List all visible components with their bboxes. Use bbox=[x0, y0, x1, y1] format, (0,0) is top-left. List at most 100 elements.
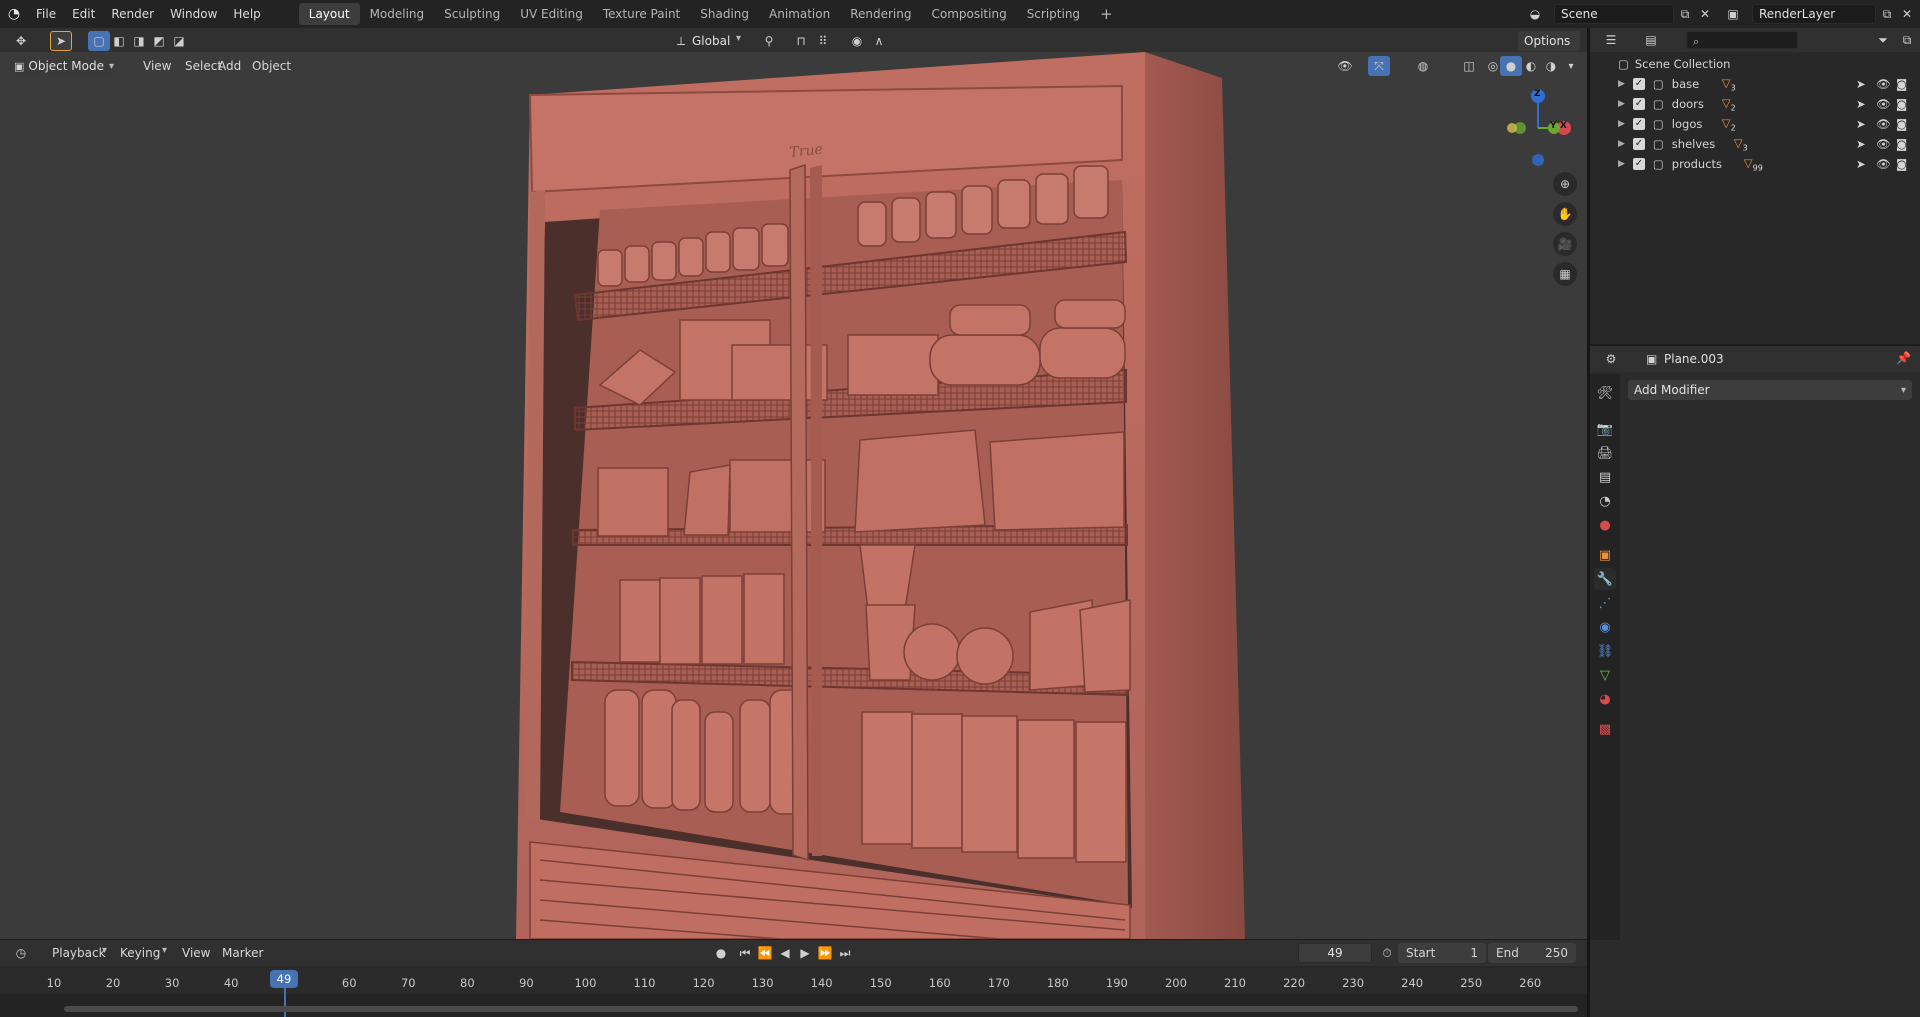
outliner-row-doors[interactable]: ▶ ✓ ▢ doors ▽2 ➤ 👁 ◙ bbox=[1590, 94, 1920, 114]
world-properties-icon[interactable]: ● bbox=[1594, 514, 1616, 536]
record-icon[interactable]: ● bbox=[710, 943, 732, 963]
menu-render[interactable]: Render bbox=[103, 0, 162, 28]
select-toggle-icon[interactable]: ➤ bbox=[1856, 117, 1866, 131]
tab-scripting[interactable]: Scripting bbox=[1017, 3, 1090, 25]
scene-properties-icon[interactable]: ◔ bbox=[1594, 490, 1616, 512]
editor-type-icon[interactable]: ✥ bbox=[10, 31, 32, 51]
proportional-falloff-icon[interactable]: ∧ bbox=[868, 31, 890, 51]
expand-arrow-icon[interactable]: ▶ bbox=[1618, 99, 1625, 109]
options-button[interactable]: Options bbox=[1518, 31, 1580, 51]
xray-toggle-icon[interactable]: ◫ bbox=[1458, 56, 1480, 76]
blender-logo-icon[interactable]: ◔ bbox=[0, 6, 28, 22]
jump-start-icon[interactable]: ⏮ bbox=[734, 943, 756, 963]
render-layer-browse-icon[interactable]: ▣ bbox=[1722, 4, 1744, 24]
render-camera-icon[interactable]: ◙ bbox=[1896, 77, 1907, 91]
physics-properties-icon[interactable]: ◉ bbox=[1594, 616, 1616, 638]
stopwatch-icon[interactable]: ⏱ bbox=[1376, 943, 1398, 963]
outliner-editor-type-icon[interactable]: ☰ bbox=[1600, 30, 1622, 50]
jump-end-icon[interactable]: ⏭ bbox=[834, 943, 856, 963]
expand-arrow-icon[interactable]: ▶ bbox=[1618, 139, 1625, 149]
particles-properties-icon[interactable]: ⋰ bbox=[1594, 592, 1616, 614]
pin-icon[interactable]: 📌 bbox=[1896, 351, 1911, 365]
expand-arrow-icon[interactable]: ▶ bbox=[1618, 79, 1625, 89]
proportional-edit-icon[interactable]: ◉ bbox=[846, 31, 868, 51]
view-layer-properties-icon[interactable]: ▤ bbox=[1594, 466, 1616, 488]
outliner-row-base[interactable]: ▶ ✓ ▢ base ▽3 ➤ 👁 ◙ bbox=[1590, 74, 1920, 94]
texture-properties-icon[interactable]: ▩ bbox=[1594, 718, 1616, 740]
properties-editor-type-icon[interactable]: ⚙ bbox=[1600, 349, 1622, 369]
pivot-point-icon[interactable]: ⚲ bbox=[758, 31, 780, 51]
exclude-checkbox[interactable]: ✓ bbox=[1632, 138, 1645, 150]
new-collection-icon[interactable]: ⧉ bbox=[1896, 30, 1918, 50]
outliner-row-logos[interactable]: ▶ ✓ ▢ logos ▽2 ➤ 👁 ◙ bbox=[1590, 114, 1920, 134]
shading-options-icon[interactable]: ▾ bbox=[1560, 56, 1582, 76]
constraints-properties-icon[interactable]: ⛓ bbox=[1594, 640, 1616, 662]
object-data-properties-icon[interactable]: ▽ bbox=[1594, 664, 1616, 686]
end-frame-field[interactable]: End 250 bbox=[1488, 943, 1576, 963]
menu-view[interactable]: View bbox=[135, 59, 179, 73]
timeline-scrollbar[interactable] bbox=[64, 1006, 1578, 1012]
prev-keyframe-icon[interactable]: ⏪ bbox=[754, 943, 776, 963]
menu-help[interactable]: Help bbox=[225, 0, 268, 28]
next-keyframe-icon[interactable]: ⏩ bbox=[814, 943, 836, 963]
add-modifier-dropdown[interactable]: Add Modifier ▾ bbox=[1628, 380, 1912, 400]
new-scene-icon[interactable]: ⧉ bbox=[1674, 4, 1696, 24]
transform-orientation-icon[interactable]: ⟂ bbox=[670, 31, 692, 51]
tab-uv-editing[interactable]: UV Editing bbox=[510, 3, 593, 25]
3d-viewport[interactable]: True bbox=[0, 52, 1587, 939]
select-tool-icon[interactable]: ➤ bbox=[50, 31, 72, 51]
menu-edit[interactable]: Edit bbox=[64, 0, 103, 28]
object-properties-icon[interactable]: ▣ bbox=[1594, 544, 1616, 566]
render-layer-field[interactable]: RenderLayer bbox=[1752, 4, 1876, 24]
zoom-icon[interactable]: ⊕ bbox=[1553, 172, 1577, 196]
select-toggle-icon[interactable]: ➤ bbox=[1856, 157, 1866, 171]
scene-browse-icon[interactable]: ◒ bbox=[1524, 4, 1546, 24]
perspective-toggle-icon[interactable]: ▦ bbox=[1553, 262, 1577, 286]
outliner-row-shelves[interactable]: ▶ ✓ ▢ shelves ▽3 ➤ 👁 ◙ bbox=[1590, 134, 1920, 154]
menu-object[interactable]: Object bbox=[244, 59, 299, 73]
overlays-toggle-icon[interactable]: ◍ bbox=[1412, 56, 1434, 76]
modifier-properties-icon[interactable]: 🔧 bbox=[1594, 568, 1616, 590]
visibility-filter-icon[interactable]: 👁 bbox=[1334, 56, 1356, 76]
select-mode-extend-icon[interactable]: ◧ bbox=[108, 31, 130, 51]
orientation-dropdown[interactable]: Global bbox=[692, 34, 730, 48]
eye-icon[interactable]: 👁 bbox=[1876, 157, 1891, 171]
tab-shading[interactable]: Shading bbox=[690, 3, 759, 25]
playhead-frame-badge[interactable]: 49 bbox=[270, 970, 298, 988]
select-mode-intersect-icon[interactable]: ◪ bbox=[168, 31, 190, 51]
select-mode-invert-icon[interactable]: ◩ bbox=[148, 31, 170, 51]
eye-icon[interactable]: 👁 bbox=[1876, 77, 1891, 91]
expand-arrow-icon[interactable]: ▶ bbox=[1618, 159, 1625, 169]
scene-collection-row[interactable]: ▢ Scene Collection bbox=[1590, 54, 1920, 74]
tab-animation[interactable]: Animation bbox=[759, 3, 840, 25]
scene-field[interactable]: Scene bbox=[1554, 4, 1674, 24]
current-frame-field[interactable]: 49 bbox=[1298, 943, 1372, 963]
select-toggle-icon[interactable]: ➤ bbox=[1856, 97, 1866, 111]
expand-arrow-icon[interactable]: ▶ bbox=[1618, 119, 1625, 129]
material-properties-icon[interactable]: ◕ bbox=[1594, 688, 1616, 710]
render-camera-icon[interactable]: ◙ bbox=[1896, 97, 1907, 111]
camera-view-icon[interactable]: 🎥 bbox=[1553, 232, 1577, 256]
filter-icon[interactable]: ⏷ bbox=[1872, 30, 1894, 50]
exclude-checkbox[interactable]: ✓ bbox=[1632, 118, 1645, 130]
eye-icon[interactable]: 👁 bbox=[1876, 97, 1891, 111]
rendered-shading-icon[interactable]: ◑ bbox=[1540, 56, 1562, 76]
output-properties-icon[interactable]: 🖨 bbox=[1594, 442, 1616, 464]
menu-view[interactable]: View bbox=[174, 946, 218, 960]
display-mode-icon[interactable]: ▤ bbox=[1640, 30, 1662, 50]
exclude-checkbox[interactable]: ✓ bbox=[1632, 158, 1645, 170]
start-frame-field[interactable]: Start 1 bbox=[1398, 943, 1486, 963]
render-properties-icon[interactable]: 📷 bbox=[1594, 418, 1616, 440]
tab-texture-paint[interactable]: Texture Paint bbox=[593, 3, 690, 25]
tab-layout[interactable]: Layout bbox=[298, 3, 360, 25]
exclude-checkbox[interactable]: ✓ bbox=[1632, 78, 1645, 90]
material-shading-icon[interactable]: ◐ bbox=[1520, 56, 1542, 76]
pan-hand-icon[interactable]: ✋ bbox=[1553, 202, 1577, 226]
play-icon[interactable]: ▶ bbox=[794, 943, 816, 963]
outliner-row-products[interactable]: ▶ ✓ ▢ products ▽99 ➤ 👁 ◙ bbox=[1590, 154, 1920, 174]
menu-marker[interactable]: Marker bbox=[214, 946, 271, 960]
tab-sculpting[interactable]: Sculpting bbox=[434, 3, 510, 25]
new-render-layer-icon[interactable]: ⧉ bbox=[1876, 4, 1898, 24]
render-camera-icon[interactable]: ◙ bbox=[1896, 157, 1907, 171]
play-reverse-icon[interactable]: ◀ bbox=[774, 943, 796, 963]
